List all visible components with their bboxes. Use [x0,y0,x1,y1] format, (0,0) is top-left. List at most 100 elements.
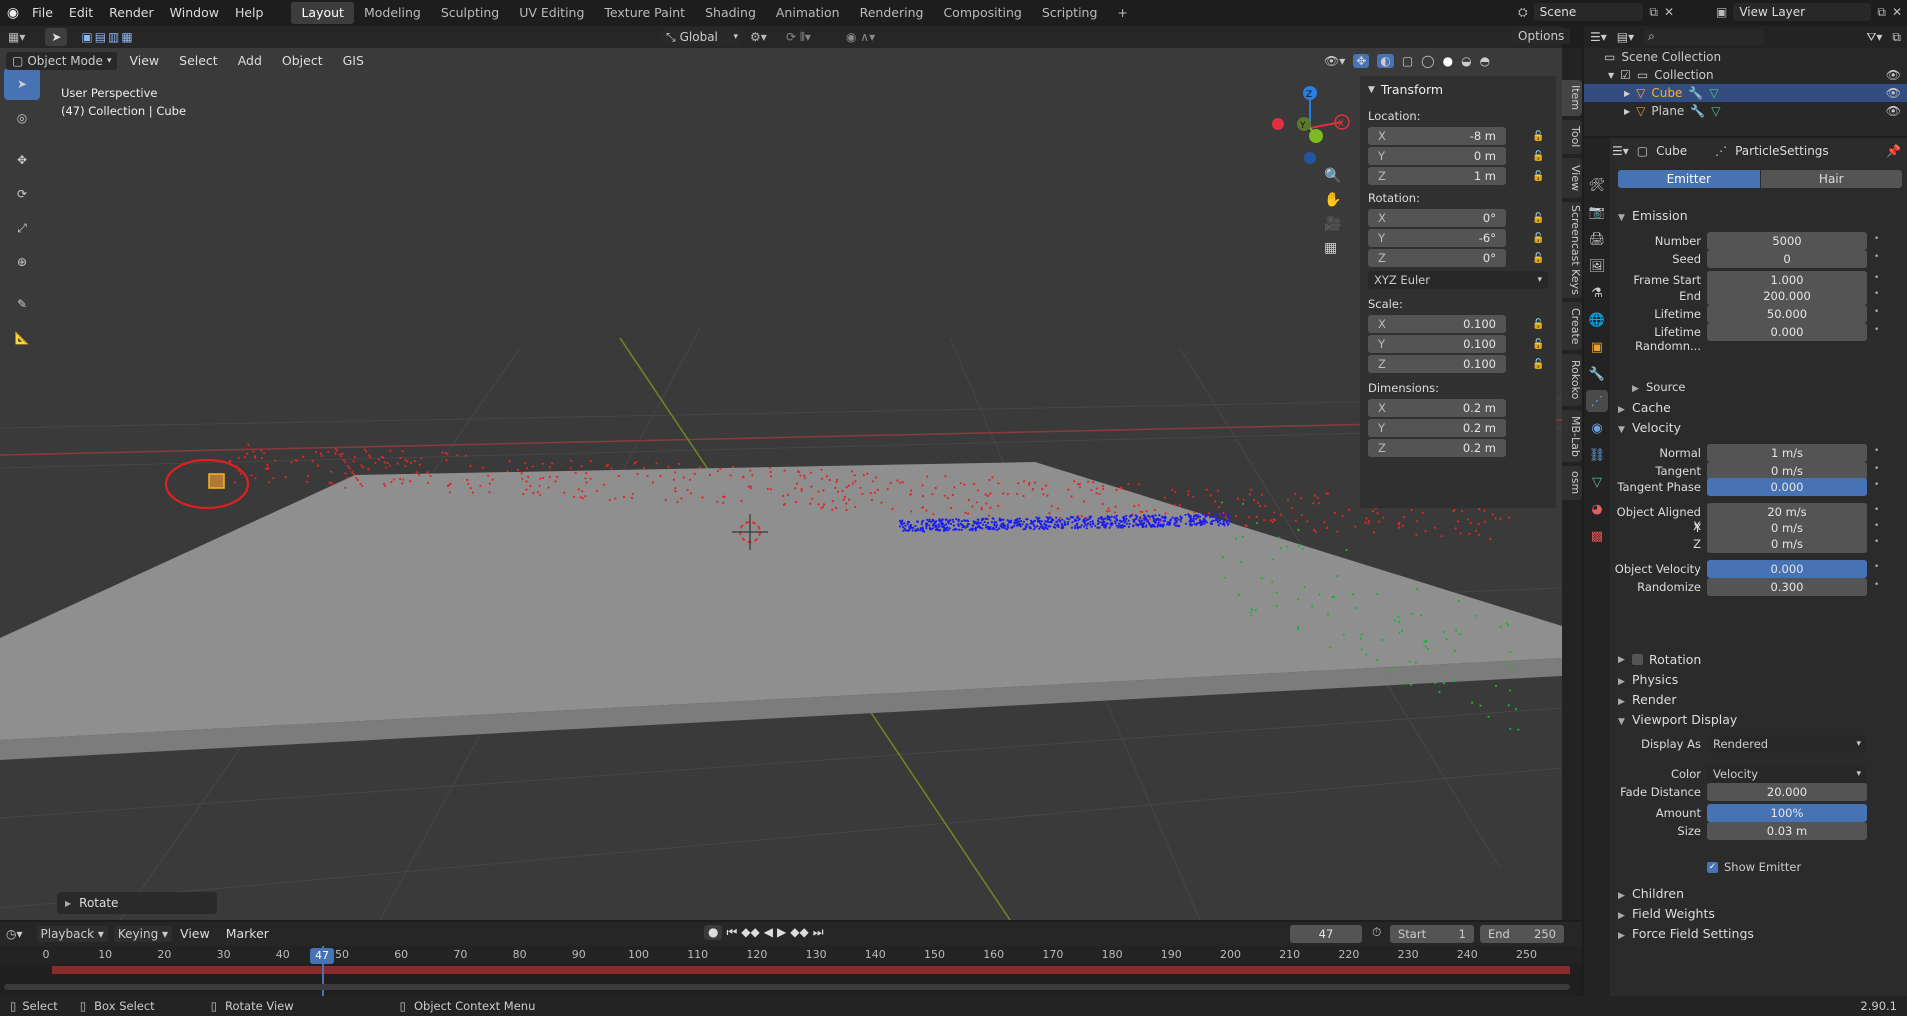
camera-view-icon[interactable]: 🎥 [1324,216,1341,232]
lock-icon[interactable]: 🔓 [1532,233,1544,244]
pivot-icon[interactable]: ⚙▾ [750,30,767,44]
source-subpanel-header[interactable]: ▶ Source [1632,380,1686,394]
keyframe-dot-icon[interactable]: • [1874,273,1879,283]
menu-select[interactable]: Select [171,50,226,72]
outliner-editor-icon[interactable]: ☰▾ [1590,30,1607,44]
keyframe-dot-icon[interactable]: • [1874,562,1879,572]
snap-icon[interactable]: ⟳ ⫴▾ [786,30,811,45]
outliner-cube-row[interactable]: ▶ ▽ Cube 🔧 ▽ 👁 [1584,84,1907,102]
lock-icon[interactable]: 🔓 [1532,253,1544,264]
view-layer-selector[interactable]: ▣ View Layer ⧉ ✕ [1716,2,1902,22]
scene-selector[interactable]: ⛭ Scene ⧉ ✕ [1518,2,1674,22]
overlay-toggle-icon[interactable]: ◐ [1377,54,1394,68]
emission-section-header[interactable]: ▼ Emission [1618,208,1688,223]
next-keyframe-icon[interactable]: ◆◆ [790,925,808,940]
menu-window[interactable]: Window [162,0,227,26]
location-field[interactable]: Y0 m [1368,147,1506,165]
eye-icon[interactable]: 👁 [1886,86,1901,100]
add-workspace-button[interactable]: + [1107,2,1137,24]
delete-scene-icon[interactable]: ✕ [1664,5,1674,19]
editor-type-icon[interactable]: ▦▾ [8,30,25,44]
lock-icon[interactable]: 🔓 [1532,359,1544,370]
rotation-section-header[interactable]: ▶ Rotation [1618,652,1701,667]
outliner-plane-row[interactable]: ▶ ▽ Plane 🔧 ▽ 👁 [1584,102,1907,120]
navigation-gizmo[interactable]: Z X Y [1270,84,1350,164]
lock-icon[interactable]: 🔓 [1532,319,1544,330]
rotation-checkbox[interactable] [1632,654,1643,665]
outliner-collection-row[interactable]: ▼ ☑ ▭ Collection 👁 [1584,66,1907,84]
color-dropdown[interactable]: Velocity ▾ [1707,765,1867,783]
record-icon[interactable]: ● [704,925,723,940]
force-field-section-header[interactable]: ▶ Force Field Settings [1618,926,1754,940]
play-reverse-icon[interactable]: ◀ [764,925,773,940]
delete-view-layer-icon[interactable]: ✕ [1892,5,1902,19]
checkbox-icon[interactable]: ☑ [1620,68,1631,82]
output-properties-icon[interactable]: 🖨 [1586,228,1608,250]
lock-icon[interactable]: 🔓 [1532,131,1544,142]
keyframe-dot-icon[interactable]: • [1874,580,1879,590]
start-frame-field[interactable]: Start 1 [1390,925,1474,943]
tab-rendering[interactable]: Rendering [850,2,934,24]
orientation-dropdown[interactable]: ⤡ Global ▾ [662,28,742,46]
jump-end-icon[interactable]: ⏭ [813,925,824,940]
menu-add[interactable]: Add [230,50,270,72]
velocity-value-field[interactable]: 1 m/s [1707,444,1867,462]
new-collection-icon[interactable]: ⧉ [1892,30,1901,45]
velocity-value-field[interactable]: 0.000 [1707,478,1867,496]
new-scene-icon[interactable]: ⧉ [1649,5,1658,20]
transform-tool-icon[interactable]: ⊕ [4,246,40,278]
rotation-field[interactable]: Z 0° [1368,249,1506,267]
view-layer-name-field[interactable]: View Layer [1733,3,1872,21]
rotation-mode-dropdown[interactable]: XYZ Euler ▾ [1368,271,1548,289]
zoom-icon[interactable]: 🔍 [1324,168,1341,184]
cache-section-header[interactable]: ▶ Cache [1618,400,1671,415]
display-mode-icon[interactable]: ▤▾ [1617,30,1634,44]
keyframe-dot-icon[interactable]: • [1874,307,1879,317]
physics-section-header[interactable]: ▶ Physics [1618,672,1678,687]
rotation-field[interactable]: X 0° [1368,209,1506,227]
annotate-tool-icon[interactable]: ✎ [4,288,40,320]
emission-value-field[interactable]: 0.000 [1707,323,1867,341]
move-tool-icon[interactable]: ✥ [4,144,40,176]
tool-properties-icon[interactable]: 🛠 [1586,174,1608,196]
visibility-icon[interactable]: 👁▾ [1324,54,1345,68]
wireframe-shading-icon[interactable]: ◯ [1421,54,1434,68]
select-mode-icons[interactable]: ▣▤▥▦ [81,30,134,44]
show-emitter-checkbox[interactable]: ✓ [1707,861,1718,873]
keyframe-dot-icon[interactable]: • [1874,521,1879,531]
tab-tool[interactable]: Tool [1562,120,1582,154]
tab-animation[interactable]: Animation [766,2,850,24]
timeline-menu-marker[interactable]: Marker [218,922,277,946]
tab-create[interactable]: Create [1562,302,1582,350]
tab-texture-paint[interactable]: Texture Paint [594,2,695,24]
scale-tool-icon[interactable]: ⤢ [4,212,40,244]
tab-mb-lab[interactable]: MB-Lab [1562,410,1582,462]
prev-keyframe-icon[interactable]: ◆◆ [741,925,759,940]
mode-dropdown[interactable]: ▢ Object Mode ▾ [6,52,118,70]
object-properties-icon[interactable]: ▣ [1586,336,1608,358]
menu-gis[interactable]: GIS [335,50,372,72]
tab-item[interactable]: Item [1562,80,1582,116]
keyframe-dot-icon[interactable]: • [1874,252,1879,262]
tab-sculpting[interactable]: Sculpting [431,2,509,24]
3d-viewport[interactable]: ➤ ◎ ✥ ⟳ ⤢ ⊕ ✎ 📐 ▢ Object Mode ▾ View Sel… [0,48,1562,920]
cursor-tool-icon[interactable]: ◎ [4,102,40,134]
emission-value-field[interactable]: 50.000 [1707,305,1867,323]
display-as-dropdown[interactable]: Rendered ▾ [1707,735,1867,753]
rotate-tool-icon[interactable]: ⟳ [4,178,40,210]
size-field[interactable]: 0.03 m [1707,822,1867,840]
velocity-value-field[interactable]: 0.300 [1707,578,1867,596]
new-view-layer-icon[interactable]: ⧉ [1877,5,1886,20]
amount-slider[interactable]: 100% [1707,804,1867,822]
frame-ruler[interactable]: 0 10 20 30 40 50 60 70 80 90 100 110 120 130 140 150 160… [0,946,1582,964]
eye-icon[interactable]: 👁 [1886,68,1901,82]
proportional-edit-icon[interactable]: ◉ ∧▾ [846,30,875,44]
keyframe-dot-icon[interactable]: • [1874,325,1879,335]
lock-icon[interactable]: 🔓 [1532,339,1544,350]
menu-render[interactable]: Render [101,0,162,26]
keyframe-dot-icon[interactable]: • [1874,505,1879,515]
dimensions-field[interactable]: Z 0.2 m [1368,439,1506,457]
jump-start-icon[interactable]: ⏮ [726,925,737,940]
end-frame-field[interactable]: End 250 [1480,925,1564,943]
eye-icon[interactable]: 👁 [1886,104,1901,118]
